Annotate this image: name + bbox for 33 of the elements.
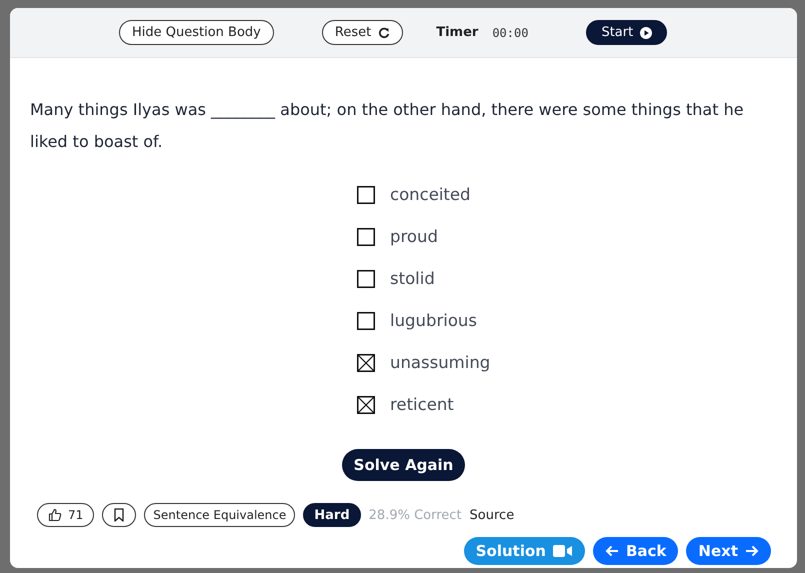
category-tag: Sentence Equivalence (144, 503, 296, 527)
right-arrow-icon (745, 545, 759, 557)
checkbox[interactable] (357, 270, 375, 288)
bookmark-button[interactable] (102, 503, 136, 527)
correct-rate: 28.9% Correct (368, 508, 462, 522)
next-button[interactable]: Next (686, 537, 771, 565)
start-button[interactable]: Start (586, 20, 668, 45)
checkbox[interactable] (357, 186, 375, 204)
hide-question-body-button[interactable]: Hide Question Body (119, 20, 274, 45)
checkbox[interactable] (357, 312, 375, 330)
option-label: reticent (390, 395, 454, 414)
back-button[interactable]: Back (592, 537, 678, 565)
option-label: unassuming (390, 353, 490, 372)
difficulty-badge: Hard (303, 503, 361, 527)
thumbs-up-icon (48, 508, 62, 522)
checkbox[interactable] (357, 354, 375, 372)
question-text: Many things Ilyas was ________ about; on the other hand, there were some things that he liked to boast of. (30, 99, 745, 153)
like-button[interactable]: 71 (37, 503, 94, 527)
refresh-icon (378, 26, 390, 38)
video-camera-icon (552, 544, 573, 558)
left-arrow-icon (604, 545, 619, 557)
solve-again-button[interactable]: Solve Again (342, 449, 466, 481)
option-label: lugubrious (390, 311, 477, 330)
option-label: stolid (390, 269, 435, 288)
reset-button[interactable]: Reset (322, 20, 404, 45)
option-label: conceited (390, 185, 471, 204)
checkbox[interactable] (357, 396, 375, 414)
timer-label: Timer (436, 25, 478, 40)
play-icon (640, 26, 652, 38)
checkbox[interactable] (357, 228, 375, 246)
option-label: proud (390, 227, 438, 246)
source-link[interactable]: Source (470, 508, 514, 522)
timer-value: 00:00 (492, 26, 528, 40)
